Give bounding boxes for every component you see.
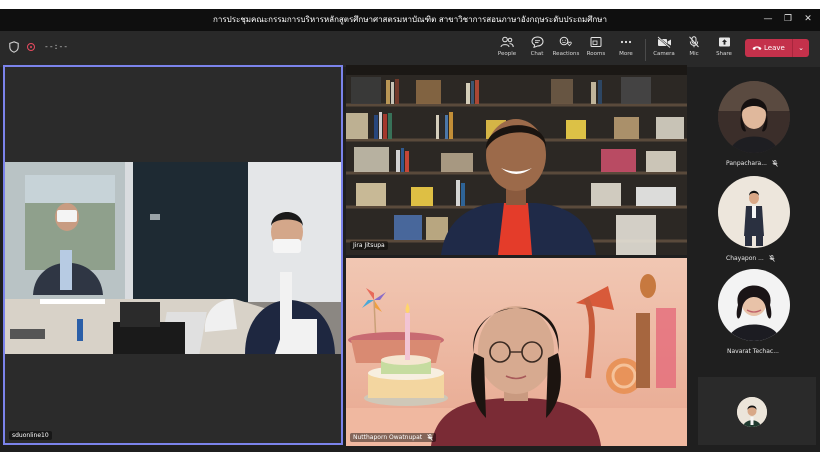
participant-video-feed xyxy=(718,81,790,153)
share-label: Share xyxy=(716,51,732,57)
participant-avatar[interactable] xyxy=(737,397,767,427)
reactions-button[interactable]: Reactions xyxy=(551,36,581,64)
mic-button[interactable]: Mic xyxy=(679,36,709,64)
participant-name: sduonline10 xyxy=(9,431,52,440)
people-button[interactable]: People xyxy=(492,36,522,64)
participant-name-tag: Chayapon ... xyxy=(726,255,775,262)
participant-avatar[interactable] xyxy=(718,81,790,153)
participant-name: Navarat Techac... xyxy=(727,348,779,355)
more-button[interactable]: More xyxy=(611,36,641,64)
chevron-down-icon[interactable]: ⌄ xyxy=(792,39,809,57)
mic-label: Mic xyxy=(689,51,699,57)
participant-name: Jira Jitsupa xyxy=(350,241,388,250)
rooms-button[interactable]: Rooms xyxy=(581,36,611,64)
camera-label: Camera xyxy=(653,51,675,57)
people-label: People xyxy=(497,51,517,57)
mic-off-icon xyxy=(772,160,778,167)
chat-label: Chat xyxy=(530,51,544,57)
participant-name: Panpachara... xyxy=(726,160,767,167)
title-bar: การประชุมคณะกรรมการบริหารหลักสูตรศึกษาศา… xyxy=(0,9,820,31)
reactions-icon xyxy=(559,36,572,47)
window-title: การประชุมคณะกรรมการบริหารหลักสูตรศึกษาศา… xyxy=(213,15,607,24)
meeting-timer: --:-- xyxy=(44,42,69,51)
chat-button[interactable]: Chat xyxy=(522,36,552,64)
participant-video-feed xyxy=(346,65,687,255)
overflow-participant-card[interactable] xyxy=(698,377,816,445)
participant-name: Nutthaporn Owatnupat xyxy=(353,434,423,441)
share-icon xyxy=(718,37,730,47)
participant-name-tag: Panpachara... xyxy=(726,160,778,167)
participant-avatar[interactable] xyxy=(718,176,790,248)
participant-photo xyxy=(718,176,790,248)
participant-video-feed xyxy=(346,258,687,446)
video-tile-sduonline10[interactable]: sduonline10 xyxy=(3,65,343,445)
people-icon xyxy=(500,36,514,48)
reactions-label: Reactions xyxy=(552,51,580,57)
participant-name: Chayapon ... xyxy=(726,255,764,262)
rooms-label: Rooms xyxy=(586,51,606,57)
camera-off-icon xyxy=(656,36,671,48)
more-label: More xyxy=(619,51,633,57)
leave-label: Leave xyxy=(764,44,785,52)
leave-button[interactable]: Leave ⌄ xyxy=(745,39,809,57)
participant-photo xyxy=(718,269,790,341)
recording-icon xyxy=(27,43,35,51)
more-icon xyxy=(620,40,632,44)
participant-avatar[interactable] xyxy=(718,269,790,341)
rooms-icon xyxy=(590,37,602,47)
chat-icon xyxy=(530,36,544,48)
video-tile-nutthaporn-owatnupat[interactable]: Nutthaporn Owatnupat xyxy=(346,258,687,446)
meeting-toolbar: --:-- People Chat Reactions Rooms More C… xyxy=(0,31,820,67)
mic-off-icon xyxy=(427,434,433,441)
close-icon[interactable]: ✕ xyxy=(800,12,816,26)
camera-button[interactable]: Camera xyxy=(649,36,679,64)
share-button[interactable]: Share xyxy=(709,36,739,64)
maximize-icon[interactable]: ❐ xyxy=(780,12,796,26)
room-video-feed xyxy=(5,67,341,443)
minimize-icon[interactable]: — xyxy=(760,12,776,26)
mic-off-icon xyxy=(689,36,699,48)
toolbar-divider xyxy=(645,39,646,61)
shield-icon[interactable] xyxy=(9,41,19,53)
video-tile-jira-jitsupa[interactable]: Jira Jitsupa xyxy=(346,65,687,255)
teams-meeting-window: การประชุมคณะกรรมการบริหารหลักสูตรศึกษาศา… xyxy=(0,9,820,452)
mic-off-icon xyxy=(768,255,775,262)
participant-name-tag: Nutthaporn Owatnupat xyxy=(350,433,437,442)
participant-photo xyxy=(737,397,767,427)
